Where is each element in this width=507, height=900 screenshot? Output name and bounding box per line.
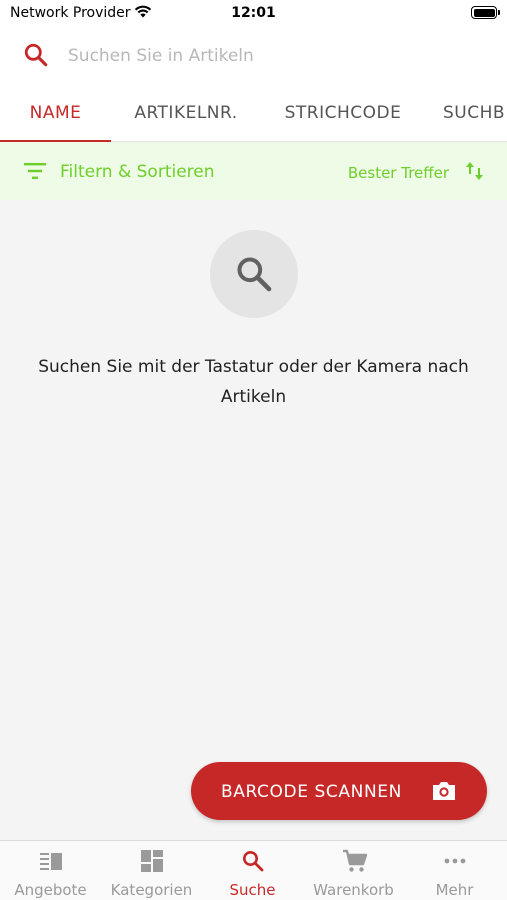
nav-label: Mehr xyxy=(435,881,474,899)
nav-item-categories[interactable]: Kategorien xyxy=(101,841,202,900)
scan-barcode-button[interactable]: BARCODE SCANNEN xyxy=(191,762,487,820)
nav-label: Suche xyxy=(229,881,276,899)
nav-item-search[interactable]: Suche xyxy=(202,841,303,900)
nav-label: Kategorien xyxy=(110,881,193,899)
nav-label: Angebote xyxy=(14,881,87,899)
nav-label: Warenkorb xyxy=(313,881,394,899)
filter-sort-bar[interactable]: Filtern & Sortieren Bester Treffer xyxy=(0,142,507,200)
empty-state-message: Suchen Sie mit der Tastatur oder der Kam… xyxy=(38,357,469,407)
sort-order-label[interactable]: Bester Treffer xyxy=(348,164,449,182)
search-icon xyxy=(243,851,264,872)
sort-icon[interactable] xyxy=(465,160,485,182)
empty-state-illustration xyxy=(210,230,298,318)
battery-icon xyxy=(471,6,500,19)
filter-sort-label[interactable]: Filtern & Sortieren xyxy=(60,162,215,182)
status-bar: Network Provider 12:01 xyxy=(0,0,507,28)
clock: 12:01 xyxy=(231,5,276,21)
cart-icon xyxy=(343,849,368,872)
tab-article-number[interactable]: ARTIKELNR. xyxy=(118,84,254,141)
bottom-navigation: Angebote Kategorien Suche Warenkorb Mehr xyxy=(0,840,507,900)
categories-icon xyxy=(141,850,163,872)
scan-barcode-label: BARCODE SCANNEN xyxy=(221,782,402,802)
tab-search-term[interactable]: SUCHB xyxy=(438,84,507,141)
tab-name[interactable]: NAME xyxy=(0,84,111,141)
search-mode-tabs: NAME ARTIKELNR. STRICHCODE SUCHB xyxy=(0,84,507,142)
more-icon xyxy=(444,858,466,864)
search-icon[interactable] xyxy=(23,42,49,68)
nav-item-offers[interactable]: Angebote xyxy=(0,841,101,900)
offers-icon xyxy=(40,853,62,870)
tab-barcode[interactable]: STRICHCODE xyxy=(268,84,418,141)
camera-icon xyxy=(433,782,455,800)
search-icon xyxy=(237,257,272,292)
nav-item-more[interactable]: Mehr xyxy=(404,841,505,900)
search-input[interactable] xyxy=(68,40,488,72)
nav-item-cart[interactable]: Warenkorb xyxy=(303,841,404,900)
search-bar xyxy=(0,28,507,84)
filter-icon xyxy=(24,163,46,179)
